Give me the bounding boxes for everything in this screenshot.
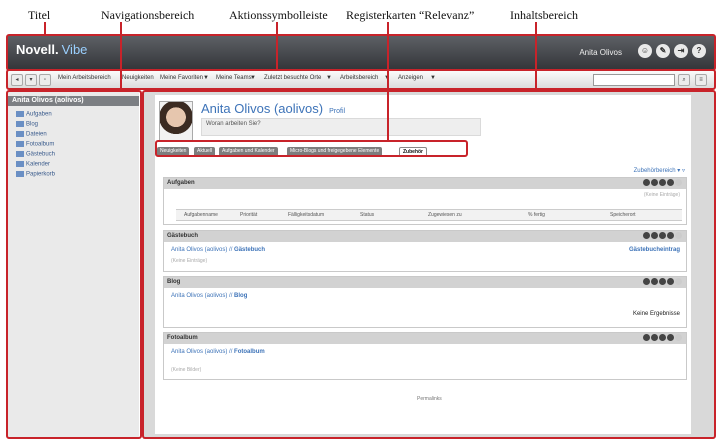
leader-line (535, 22, 537, 92)
callout-navigationsbereich: Navigationsbereich (101, 8, 195, 22)
leader-line (120, 22, 122, 92)
highlight-toolbar (6, 69, 716, 90)
highlight-navigation (6, 90, 142, 439)
callout-titel: Titel (28, 8, 51, 22)
callout-registerkarten: Registerkarten “Relevanz” (346, 8, 475, 22)
highlight-tabs (155, 140, 468, 157)
highlight-title (6, 34, 716, 71)
callout-inhaltsbereich: Inhaltsbereich (510, 8, 578, 22)
leader-line (276, 22, 278, 71)
leader-line (387, 22, 389, 142)
leader-line (44, 22, 46, 35)
callout-aktionssymbolleiste: Aktionssymbolleiste (229, 8, 328, 22)
